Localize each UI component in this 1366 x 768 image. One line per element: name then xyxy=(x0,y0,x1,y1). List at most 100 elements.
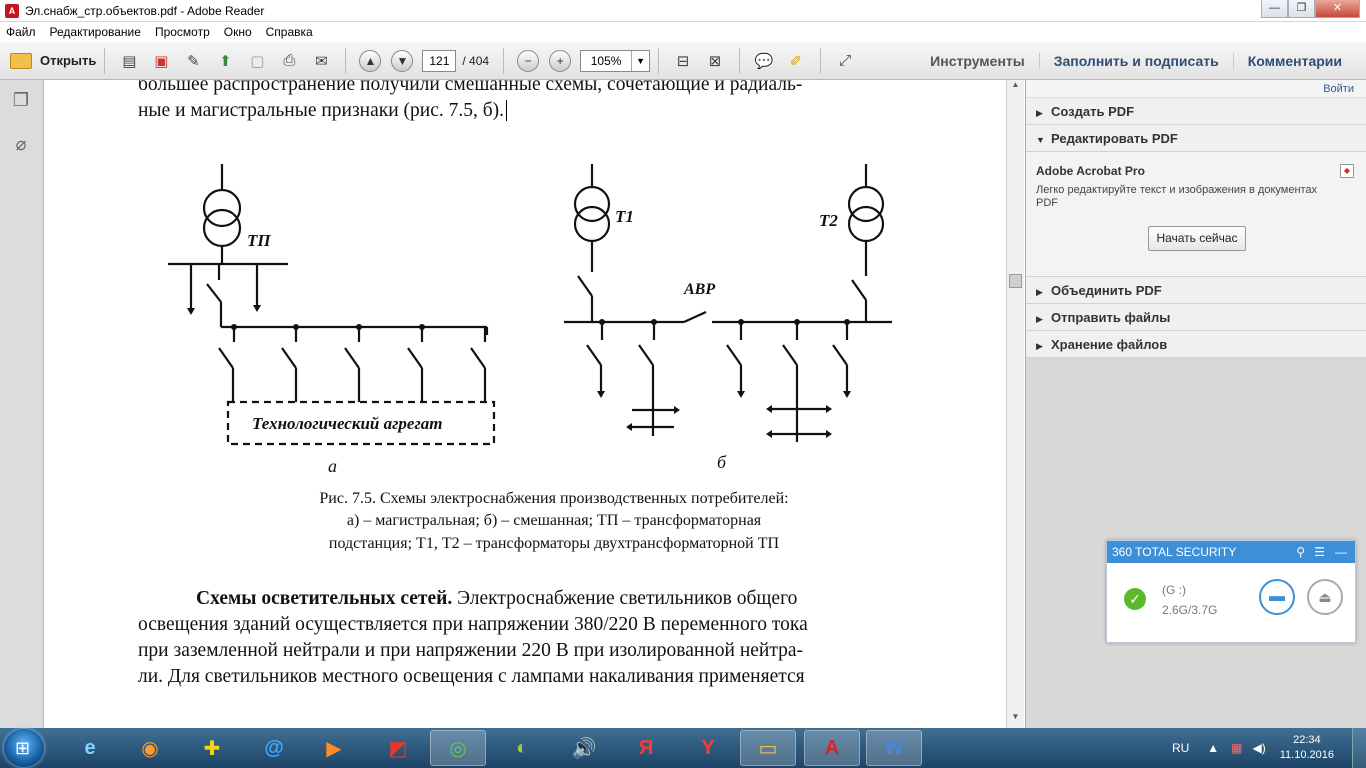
label-t2: Т2 xyxy=(819,211,838,230)
clock[interactable]: 22:34 11.10.2016 xyxy=(1280,733,1334,763)
taskbar: ⊞ e ◉ ✚ @ ▶ ◩ ◎ ◐ 🔊 Я Y ▭ A W RU ▲ ▦ ◀) … xyxy=(0,728,1366,768)
document-view[interactable]: большее распространение получили смешанн… xyxy=(44,80,1026,728)
print-icon[interactable]: ⎙ xyxy=(277,49,301,73)
show-desktop-button[interactable] xyxy=(1352,728,1366,768)
minimize-button[interactable]: — xyxy=(1261,0,1288,18)
comment-icon[interactable]: 💬 xyxy=(752,49,776,73)
label-aggregate: Технологический агрегат xyxy=(252,414,442,433)
title-bar: A Эл.снабж_стр.объектов.pdf - Adobe Read… xyxy=(0,0,1366,22)
network-icon[interactable]: ▦ xyxy=(1231,741,1242,755)
window-controls: — ❐ ✕ xyxy=(1261,0,1360,18)
figure-diagram: ТП Т1 Т2 АВР Технологический агрегат а б xyxy=(168,164,892,476)
acrobat-title: Adobe Acrobat Pro xyxy=(1036,164,1145,178)
menu-view[interactable]: Просмотр xyxy=(155,25,210,39)
attachment-icon[interactable]: ⌀ xyxy=(10,134,32,158)
scroll-thumb[interactable] xyxy=(1009,274,1022,288)
section-store-files[interactable]: ▶ Хранение файлов xyxy=(1026,331,1366,358)
document-scrollbar[interactable]: ▲ ▼ xyxy=(1006,80,1024,728)
chevron-right-icon: ▶ xyxy=(1036,108,1043,118)
explorer-icon[interactable]: ▭ xyxy=(740,730,796,766)
page-down-icon: ▼ xyxy=(391,49,414,72)
start-now-button[interactable]: Начать сейчас xyxy=(1148,226,1246,251)
expand-icon[interactable]: ⤢ xyxy=(833,49,857,73)
convert-icon[interactable]: ▣ xyxy=(149,49,173,73)
menu-edit[interactable]: Редактирование xyxy=(50,25,141,39)
zoom-select[interactable]: 105% ▼ xyxy=(580,49,651,72)
section-label: Создать PDF xyxy=(1051,104,1135,119)
scroll-down-icon[interactable]: ▼ xyxy=(1007,712,1024,728)
paragraph-line: Схемы осветительных сетей. Электроснабже… xyxy=(138,586,914,612)
menu-window[interactable]: Окно xyxy=(224,25,252,39)
ie-icon[interactable]: e xyxy=(62,730,118,766)
fill-sign-button[interactable]: Заполнить и подписать xyxy=(1038,53,1233,69)
media-icon[interactable]: ▶ xyxy=(306,730,362,766)
volume-icon[interactable]: 🔊 xyxy=(556,730,612,766)
zoom-value: 105% xyxy=(590,53,622,68)
firefox-icon[interactable]: ◉ xyxy=(122,730,178,766)
section-label: Хранение файлов xyxy=(1051,337,1168,352)
speaker-icon[interactable]: ◀) xyxy=(1253,741,1266,755)
windows-logo-icon: ⊞ xyxy=(15,738,31,758)
eject-icon[interactable]: ⏏ xyxy=(1307,579,1343,615)
fit-page-icon[interactable]: ⊟ xyxy=(671,49,695,73)
adobe-reader-icon[interactable]: A xyxy=(804,730,860,766)
tools-button[interactable]: Инструменты xyxy=(930,53,1025,69)
page-up-button[interactable]: ▲ xyxy=(358,49,382,73)
open-button[interactable]: Открыть xyxy=(10,52,96,69)
toolbar-divider xyxy=(104,47,106,74)
highlight-icon[interactable]: ✐ xyxy=(784,49,808,73)
image-icon[interactable]: ◐ xyxy=(494,730,550,766)
section-send-files[interactable]: ▶ Отправить файлы xyxy=(1026,304,1366,331)
yandex-browser-icon[interactable]: Y xyxy=(680,730,736,766)
page-down-button[interactable]: ▼ xyxy=(390,49,414,73)
pages-icon[interactable]: ❐ xyxy=(10,90,32,114)
section-label: Отправить файлы xyxy=(1051,310,1171,325)
menu-file[interactable]: Файл xyxy=(6,25,36,39)
section-combine-pdf[interactable]: ▶ Объединить PDF xyxy=(1026,277,1366,304)
menu-icon[interactable]: ☰ xyxy=(1314,541,1325,563)
chevron-right-icon: ▶ xyxy=(1036,287,1043,297)
fit-width-icon[interactable]: ⊠ xyxy=(703,49,727,73)
section-create-pdf[interactable]: ▶ Создать PDF xyxy=(1026,98,1366,125)
zoom-in-icon: + xyxy=(549,49,572,72)
toolbar: Открыть ▤ ▣ ✎ ⬆ ▢ ⎙ ✉ ▲ ▼ 121 / 404 − + … xyxy=(0,42,1366,80)
chevron-down-icon[interactable]: ▼ xyxy=(631,50,649,71)
toolbar-divider xyxy=(739,47,741,74)
tray-arrow-icon[interactable]: ▲ xyxy=(1207,741,1219,755)
start-button[interactable]: ⊞ xyxy=(4,729,44,767)
zoom-out-button[interactable]: − xyxy=(516,49,540,73)
upload-icon[interactable]: ⬆ xyxy=(213,49,237,73)
maximize-button[interactable]: ❐ xyxy=(1288,0,1315,18)
comments-button[interactable]: Комментарии xyxy=(1232,53,1356,69)
search-icon[interactable]: ⚲ xyxy=(1296,541,1305,563)
360-icon[interactable]: ◎ xyxy=(430,730,486,766)
page-total: / 404 xyxy=(462,53,490,68)
popup-header: 360 TOTAL SECURITY ⚲ ☰ — xyxy=(1107,541,1355,563)
clock-time: 22:34 xyxy=(1293,734,1321,746)
email-icon[interactable]: ✉ xyxy=(309,49,333,73)
figure-caption-line: Рис. 7.5. Схемы электроснабжения произво… xyxy=(319,490,789,507)
left-navigation-pane: ❐ ⌀ xyxy=(0,80,44,728)
close-button[interactable]: ✕ xyxy=(1315,0,1360,18)
create-pdf-icon[interactable]: ▤ xyxy=(117,49,141,73)
scroll-up-icon[interactable]: ▲ xyxy=(1007,80,1024,96)
minimize-icon[interactable]: — xyxy=(1335,541,1347,563)
acrobat-pro-icon: ◆ xyxy=(1340,164,1354,178)
edit-icon[interactable]: ✎ xyxy=(181,49,205,73)
yandex-icon[interactable]: Я xyxy=(618,730,674,766)
acrobat-doc-icon[interactable]: ◩ xyxy=(370,730,426,766)
open-folder-icon[interactable]: ▬ xyxy=(1259,579,1295,615)
plus-icon[interactable]: ✚ xyxy=(184,730,240,766)
section-edit-pdf[interactable]: ▼ Редактировать PDF xyxy=(1026,125,1366,152)
section-label: Редактировать PDF xyxy=(1051,131,1178,146)
paragraph-line: при заземленной нейтрали и при напряжени… xyxy=(138,640,804,661)
login-link[interactable]: Войти xyxy=(1026,80,1366,98)
page-number-input[interactable]: 121 xyxy=(422,49,457,72)
word-icon[interactable]: W xyxy=(866,730,922,766)
at-icon[interactable]: @ xyxy=(246,730,302,766)
language-indicator[interactable]: RU xyxy=(1172,741,1189,755)
menu-help[interactable]: Справка xyxy=(266,25,313,39)
label-avr: АВР xyxy=(683,281,715,298)
save-icon[interactable]: ▢ xyxy=(245,49,269,73)
zoom-in-button[interactable]: + xyxy=(548,49,572,73)
